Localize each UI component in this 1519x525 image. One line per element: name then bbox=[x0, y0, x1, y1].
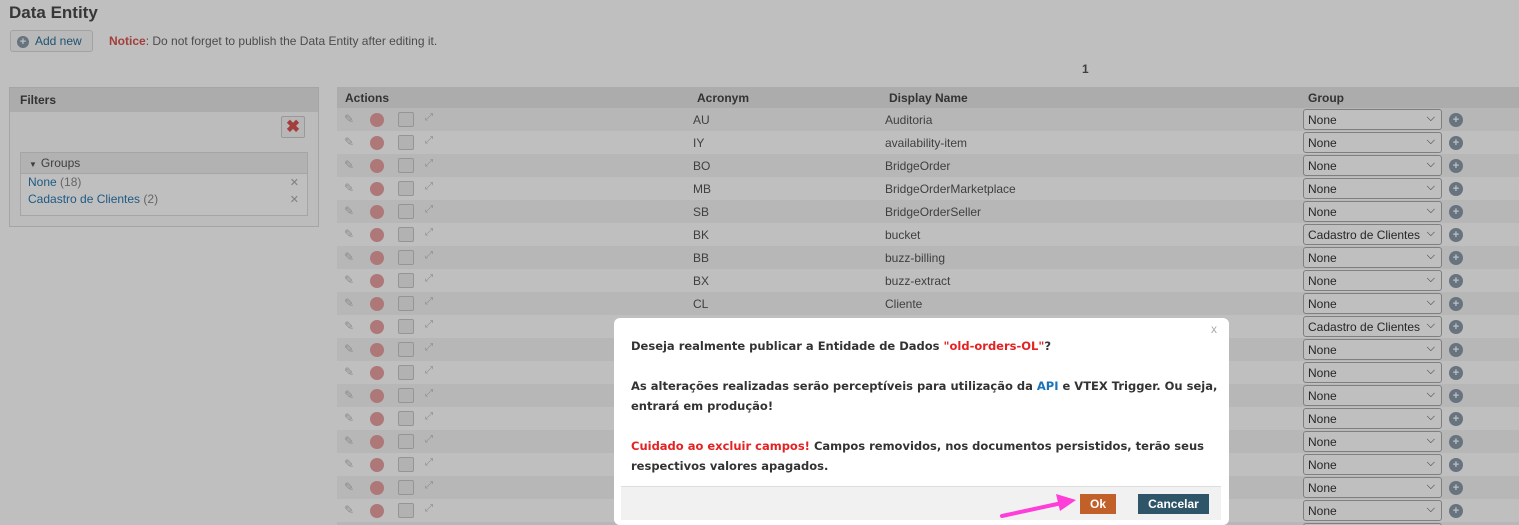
warning-label: Cuidado ao excluir campos! bbox=[631, 439, 810, 453]
dialog-footer: Ok Cancelar bbox=[621, 486, 1221, 520]
api-link[interactable]: API bbox=[1037, 379, 1059, 393]
impact-text-a: As alterações realizadas serão perceptív… bbox=[631, 379, 1037, 393]
warning-text-a: Campos removidos, nos documentos persist… bbox=[809, 439, 1204, 453]
dialog-question: Deseja realmente publicar a Entidade de … bbox=[631, 336, 1051, 356]
dialog-impact-text: As alterações realizadas serão perceptív… bbox=[631, 376, 1217, 416]
dialog-warning-text: Cuidado ao excluir campos! Campos removi… bbox=[631, 436, 1204, 476]
ok-button[interactable]: Ok bbox=[1080, 494, 1116, 514]
entity-name: "old-orders-OL" bbox=[943, 339, 1045, 353]
cancel-button[interactable]: Cancelar bbox=[1138, 494, 1209, 514]
publish-dialog: x Deseja realmente publicar a Entidade d… bbox=[614, 318, 1229, 525]
impact-text-b: e VTEX Trigger. Ou seja, bbox=[1058, 379, 1218, 393]
impact-text-c: entrará em produção! bbox=[631, 399, 774, 413]
question-prefix: Deseja realmente publicar a Entidade de … bbox=[631, 339, 944, 353]
question-suffix: ? bbox=[1044, 339, 1052, 353]
dialog-close-button[interactable]: x bbox=[1211, 322, 1217, 336]
pointer-arrow-icon bbox=[1000, 494, 1076, 518]
warning-text-b: respectivos valores apagados. bbox=[631, 459, 829, 473]
